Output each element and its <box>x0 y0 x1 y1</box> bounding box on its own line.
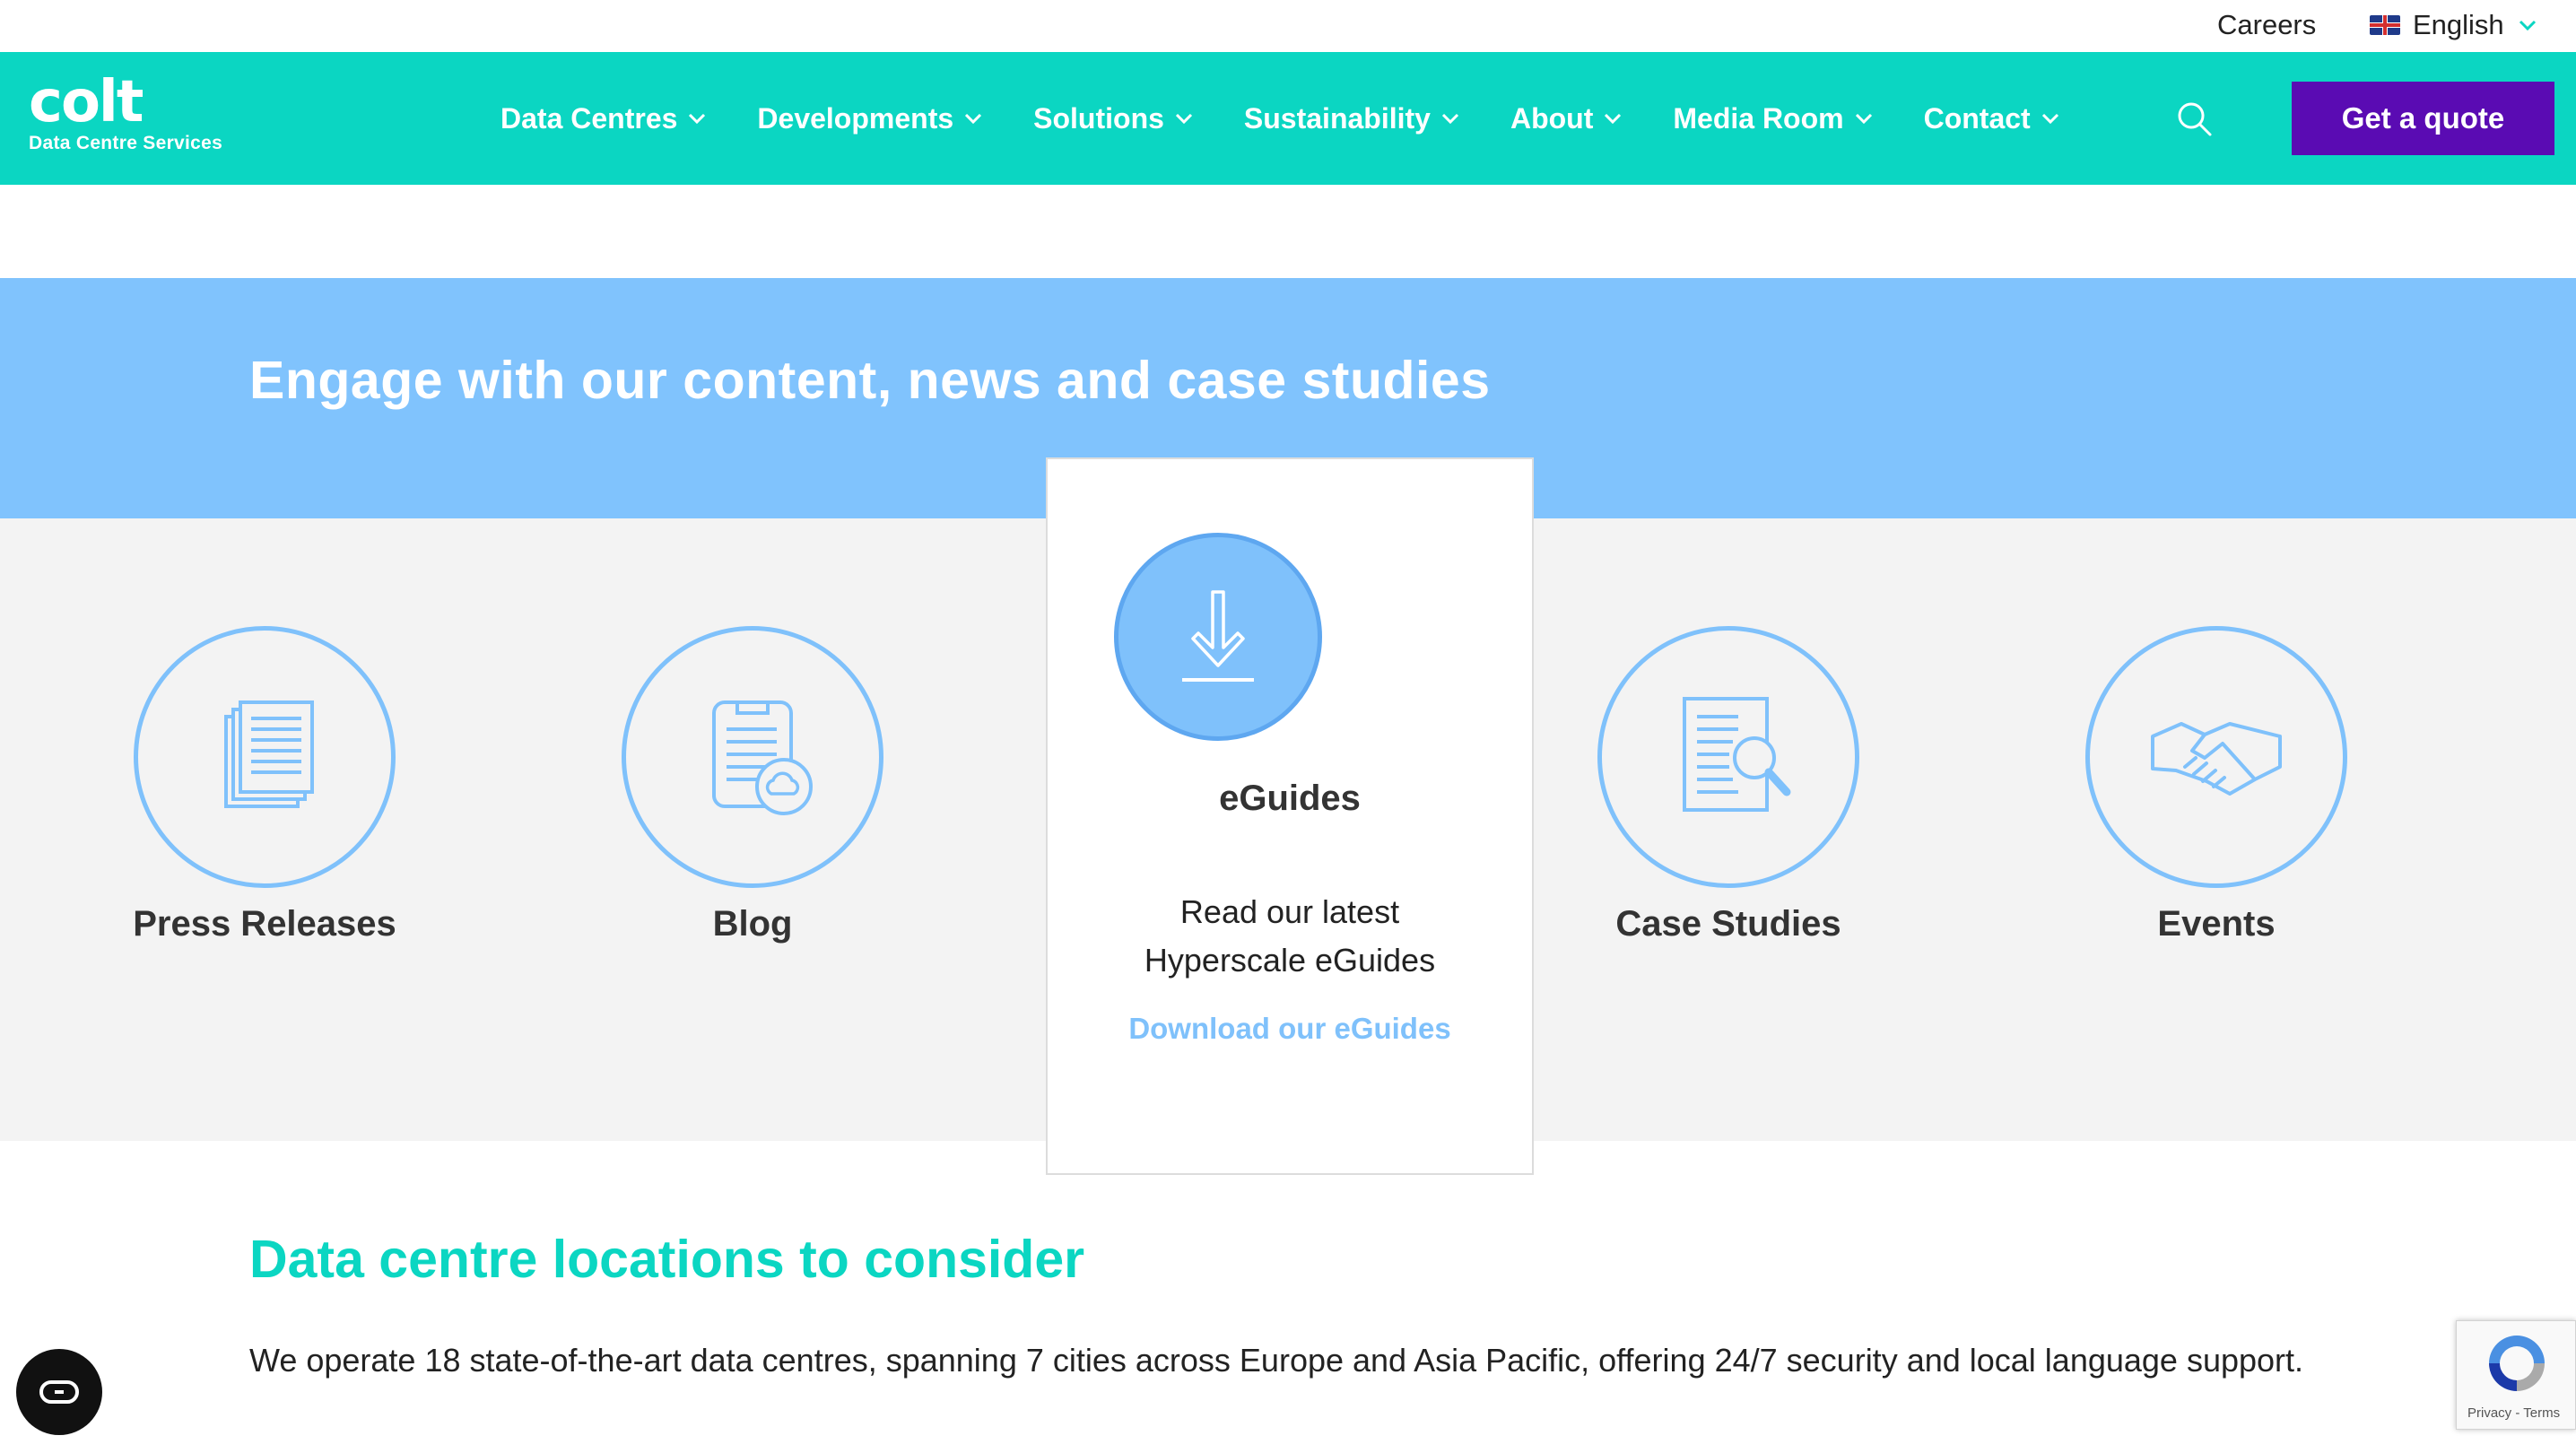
nav-item-contact[interactable]: Contact <box>1924 102 2061 135</box>
page: Careers English colt Data Centre Service… <box>0 0 2576 1453</box>
locations-text: We operate 18 state-of-the-art data cent… <box>249 1342 2304 1379</box>
tile-blog[interactable]: Blog <box>618 626 887 944</box>
chevron-down-icon <box>1605 113 1622 125</box>
logo-subtitle: Data Centre Services <box>29 133 223 153</box>
nav-item-label: Solutions <box>1033 101 1164 135</box>
chat-icon <box>39 1380 79 1404</box>
careers-link[interactable]: Careers <box>2217 9 2316 41</box>
search-icon[interactable] <box>2174 99 2214 138</box>
chevron-down-icon <box>1175 113 1192 125</box>
language-label: English <box>2413 9 2504 40</box>
nav-item-data-centres[interactable]: Data Centres <box>500 102 708 135</box>
download-circle <box>1114 533 1322 741</box>
eguides-card[interactable]: eGuides Read our latest Hyperscale eGuid… <box>1046 457 1534 1175</box>
nav-item-label: Media Room <box>1673 101 1844 135</box>
language-selector[interactable]: English <box>2370 9 2538 41</box>
tile-label: Press Releases <box>133 904 396 944</box>
tile-press-releases[interactable]: Press Releases <box>130 626 399 944</box>
chevron-down-icon <box>2041 113 2058 125</box>
document-search-icon <box>1683 697 1791 812</box>
handshake-icon <box>2151 722 2282 796</box>
recaptcha-badge[interactable]: Privacy - Terms <box>2456 1320 2576 1430</box>
recaptcha-terms[interactable]: Privacy - Terms <box>2467 1405 2560 1421</box>
documents-icon <box>224 700 314 808</box>
nav-item-about[interactable]: About <box>1510 102 1623 135</box>
banner-title: Engage with our content, news and case s… <box>249 351 1491 410</box>
nav-item-media-room[interactable]: Media Room <box>1673 102 1874 135</box>
tile-circle <box>1597 626 1859 888</box>
nav-item-label: Contact <box>1923 101 2031 135</box>
nav-item-solutions[interactable]: Solutions <box>1033 102 1195 135</box>
tile-case-studies[interactable]: Case Studies <box>1594 626 1863 944</box>
utility-bar: Careers English <box>0 0 2576 52</box>
blog-cloud-icon <box>712 700 813 815</box>
main-nav: colt Data Centre Services Data Centres D… <box>0 52 2576 185</box>
tile-circle <box>622 626 883 888</box>
download-icon <box>1182 590 1254 682</box>
recaptcha-icon <box>2489 1336 2545 1391</box>
eguides-description-line: Read our latest <box>1179 893 1400 930</box>
logo-wordmark: colt <box>29 69 144 135</box>
tile-label: Events <box>2157 904 2276 944</box>
uk-flag-icon <box>2370 15 2400 35</box>
chevron-down-icon <box>1855 113 1872 125</box>
eguides-description-line: Hyperscale eGuides <box>1144 942 1436 979</box>
tile-circle <box>134 626 396 888</box>
tile-events[interactable]: Events <box>2082 626 2351 944</box>
tile-circle <box>2085 626 2347 888</box>
eguides-description: Read our latest Hyperscale eGuides <box>1048 888 1532 985</box>
nav-item-label: Developments <box>757 101 954 135</box>
nav-item-label: About <box>1510 101 1594 135</box>
chevron-down-icon <box>965 113 982 125</box>
nav-menu: Data Centres Developments Solutions Sust… <box>500 52 2110 185</box>
colt-logo[interactable]: colt Data Centre Services <box>29 69 223 154</box>
download-eguides-link[interactable]: Download our eGuides <box>1048 1012 1532 1046</box>
get-a-quote-button[interactable]: Get a quote <box>2292 82 2554 155</box>
tile-label: Case Studies <box>1615 904 1841 944</box>
eguides-title: eGuides <box>1219 779 1361 818</box>
locations-title: Data centre locations to consider <box>249 1230 1085 1289</box>
chevron-down-icon <box>689 113 706 125</box>
nav-item-label: Sustainability <box>1243 101 1431 135</box>
tile-label: Blog <box>712 904 793 944</box>
chat-widget-button[interactable] <box>16 1349 102 1435</box>
chevron-down-icon <box>1441 113 1459 125</box>
nav-item-developments[interactable]: Developments <box>757 102 984 135</box>
nav-item-sustainability[interactable]: Sustainability <box>1244 102 1461 135</box>
chevron-down-icon <box>2519 20 2536 31</box>
nav-item-label: Data Centres <box>500 101 678 135</box>
